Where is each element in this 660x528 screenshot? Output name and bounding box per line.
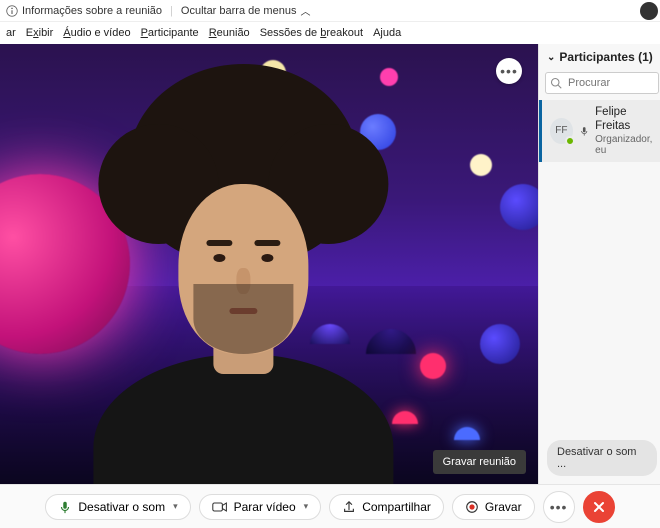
participant-row[interactable]: FF Felipe Freitas Organizador, eu <box>539 100 660 162</box>
bg-orb <box>500 184 538 230</box>
record-button[interactable]: Gravar <box>452 494 535 520</box>
presence-available-icon <box>565 136 575 146</box>
menu-item[interactable]: ar <box>6 27 16 39</box>
participants-header[interactable]: ⌄ Participantes (1) <box>539 44 660 70</box>
menu-item-ajuda[interactable]: Ajuda <box>373 27 401 39</box>
search-input[interactable] <box>545 72 659 94</box>
panel-footer: Desativar o som ... <box>539 432 660 484</box>
microphone-icon <box>579 125 589 137</box>
close-icon <box>591 499 607 515</box>
share-icon <box>342 500 356 514</box>
record-tooltip: Gravar reunião <box>433 450 526 474</box>
share-label: Compartilhar <box>362 500 431 514</box>
search-icon <box>550 77 562 89</box>
camera-icon <box>212 500 228 514</box>
bg-orb <box>470 154 492 176</box>
menu-item-breakout[interactable]: Sessões de breakout <box>260 27 363 39</box>
participants-search <box>545 72 659 94</box>
bg-orb <box>480 324 520 364</box>
meeting-controls: Desativar o som ▾ Parar vídeo ▾ Comparti… <box>0 484 660 528</box>
microphone-icon <box>58 500 72 514</box>
title-bar: Informações sobre a reunião | Ocultar ba… <box>0 0 660 22</box>
record-icon <box>465 500 479 514</box>
main-content: ••• Gravar reunião ⌄ Participantes (1) F… <box>0 44 660 484</box>
video-button[interactable]: Parar vídeo ▾ <box>199 494 322 520</box>
menu-item-participante[interactable]: Participante <box>141 27 199 39</box>
mute-all-button[interactable]: Desativar o som ... <box>547 440 657 476</box>
ellipsis-icon: ••• <box>550 499 568 515</box>
participants-title: Participantes (1) <box>559 50 652 64</box>
bg-orb <box>420 353 446 379</box>
chevron-down-icon: ⌄ <box>547 52 555 63</box>
participant-info: Felipe Freitas Organizador, eu <box>595 106 657 156</box>
profile-avatar[interactable] <box>640 2 658 20</box>
self-video-participant <box>83 114 403 484</box>
info-icon <box>6 5 18 17</box>
more-options-button[interactable]: ••• <box>543 491 575 523</box>
video-stage: ••• Gravar reunião <box>0 44 538 484</box>
mute-label: Desativar o som <box>78 500 165 514</box>
ellipsis-icon: ••• <box>500 64 518 78</box>
separator: | <box>170 5 173 17</box>
chevron-down-icon: ▾ <box>173 501 178 512</box>
record-label: Gravar <box>485 500 522 514</box>
participant-role: Organizador, eu <box>595 134 657 156</box>
mute-button[interactable]: Desativar o som ▾ <box>45 494 190 520</box>
meeting-info-link[interactable]: Informações sobre a reunião <box>22 5 162 17</box>
chevron-down-icon: ▾ <box>304 501 309 512</box>
end-call-button[interactable] <box>583 491 615 523</box>
avatar: FF <box>550 118 573 144</box>
chevron-up-icon: ︿ <box>300 3 310 18</box>
menu-item-audio-video[interactable]: Áudio e vídeo <box>63 27 130 39</box>
share-button[interactable]: Compartilhar <box>329 494 444 520</box>
participants-panel: ⌄ Participantes (1) FF Felipe Freitas Or… <box>538 44 660 484</box>
participant-name: Felipe Freitas <box>595 106 657 134</box>
menu-bar: ar Exibir Áudio e vídeo Participante Reu… <box>0 22 660 44</box>
hide-menubar-link[interactable]: Ocultar barra de menus <box>181 5 297 17</box>
menu-item-exibir[interactable]: Exibir <box>26 27 54 39</box>
menu-item-reuniao[interactable]: Reunião <box>209 27 250 39</box>
video-more-options-button[interactable]: ••• <box>496 58 522 84</box>
bg-orb <box>380 68 398 86</box>
video-label: Parar vídeo <box>234 500 296 514</box>
